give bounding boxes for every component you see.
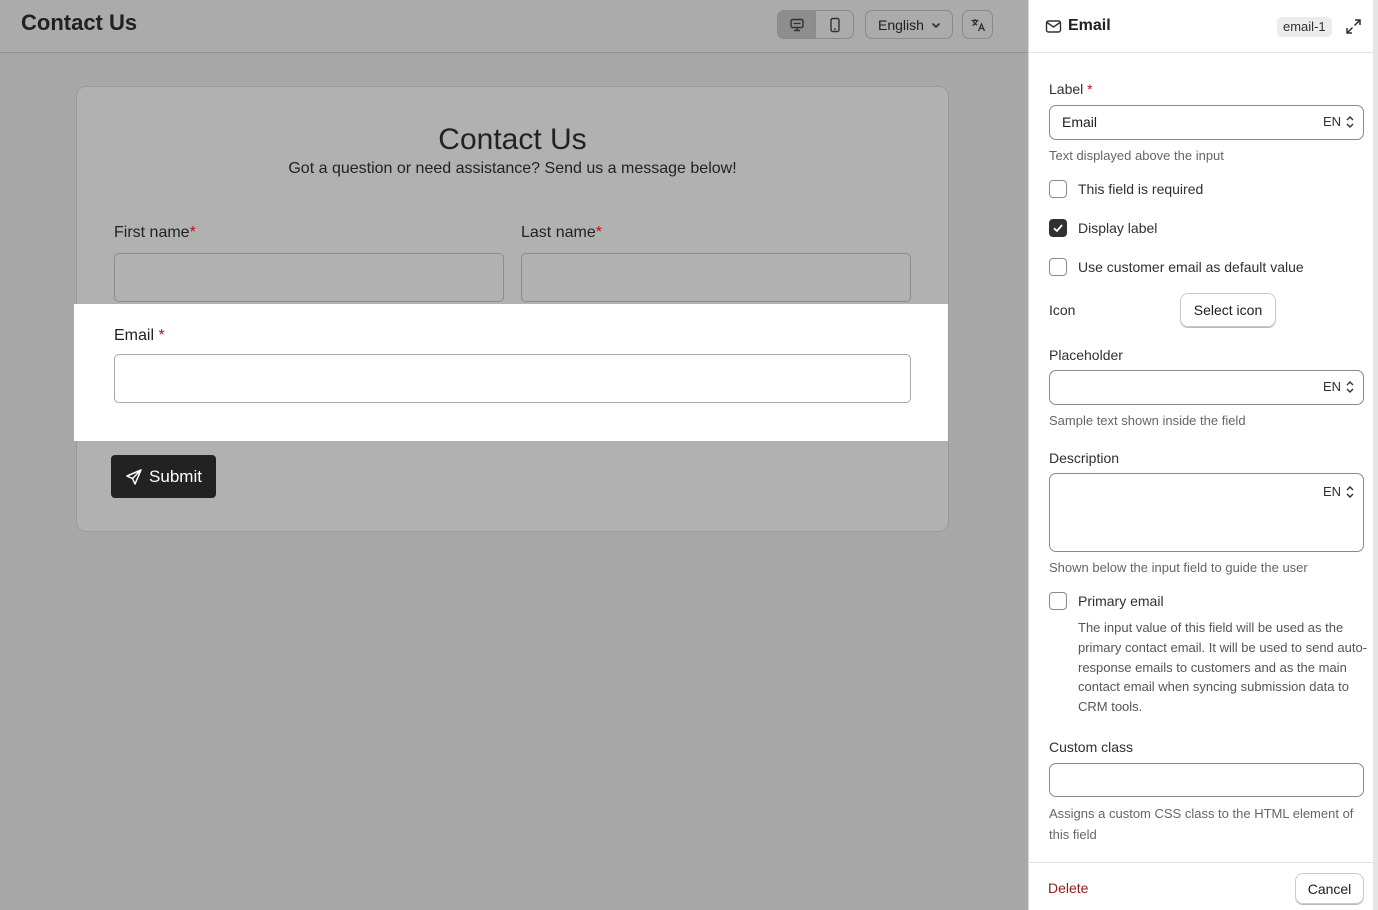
cancel-button[interactable]: Cancel [1295, 873, 1364, 904]
label-input[interactable]: Email EN [1049, 105, 1364, 140]
last-name-input[interactable] [521, 253, 911, 302]
language-code: EN [1322, 484, 1341, 499]
mobile-icon [829, 17, 840, 32]
first-name-input[interactable] [114, 253, 504, 302]
last-name-label-text: Last name [521, 224, 596, 241]
customer-email-checkbox-label: Use customer email as default value [1078, 259, 1304, 275]
required-mark: * [595, 224, 602, 241]
description-textarea[interactable]: EN [1049, 473, 1364, 552]
language-value: English [878, 16, 924, 33]
form-subtitle: Got a question or need assistance? Send … [288, 160, 737, 177]
last-name-label: Last name* [521, 224, 602, 242]
label-language-select[interactable]: EN [1323, 114, 1355, 129]
chevron-updown-icon [1346, 485, 1354, 498]
display-label-checkbox[interactable] [1049, 219, 1067, 237]
panel-scrollbar[interactable] [1373, 0, 1378, 910]
display-label-checkbox-label: Display label [1078, 220, 1158, 236]
email-label-text: Email [114, 327, 155, 344]
email-label: Email * [114, 327, 165, 345]
chevron-updown-icon [1346, 380, 1354, 393]
delete-button[interactable]: Delete [1048, 880, 1088, 896]
label-field-title: Label * [1049, 81, 1093, 97]
customer-email-checkbox-row[interactable]: Use customer email as default value [1049, 258, 1304, 276]
language-code: EN [1322, 379, 1341, 394]
required-mark: * [158, 327, 165, 344]
first-name-label-text: First name [114, 224, 190, 241]
required-checkbox[interactable] [1049, 180, 1067, 198]
description-language-select[interactable]: EN [1323, 484, 1355, 499]
required-mark: * [1087, 81, 1093, 97]
primary-email-checkbox-row[interactable]: Primary email [1049, 592, 1164, 610]
required-checkbox-label: This field is required [1078, 181, 1204, 197]
form-title: Contact Us [438, 123, 587, 156]
description-field-title: Description [1049, 450, 1120, 466]
device-toggle [777, 10, 854, 39]
description-help-text: Shown below the input field to guide the… [1049, 560, 1308, 575]
submit-button[interactable]: Submit [111, 455, 216, 498]
icon-field-title: Icon [1049, 302, 1076, 318]
submit-label: Submit [149, 466, 202, 486]
placeholder-language-select[interactable]: EN [1323, 379, 1355, 394]
desktop-icon [789, 18, 804, 31]
label-help-text: Text displayed above the input [1049, 148, 1224, 163]
primary-email-checkbox[interactable] [1049, 592, 1067, 610]
check-icon [1053, 224, 1063, 233]
field-id-badge: email-1 [1277, 17, 1332, 37]
custom-class-help-text: Assigns a custom CSS class to the HTML e… [1049, 806, 1354, 842]
selected-email-field[interactable]: Email * [74, 304, 948, 441]
expand-icon[interactable] [1345, 18, 1362, 35]
label-field-title-text: Label [1049, 81, 1084, 97]
label-input-value: Email [1062, 114, 1098, 130]
display-label-checkbox-row[interactable]: Display label [1049, 219, 1157, 237]
translate-button[interactable] [962, 10, 993, 39]
placeholder-field-title: Placeholder [1049, 347, 1123, 363]
send-icon [126, 468, 142, 485]
panel-title: Email [1068, 17, 1111, 34]
primary-email-checkbox-label: Primary email [1078, 593, 1164, 609]
required-mark: * [189, 224, 196, 241]
email-input[interactable] [114, 354, 911, 403]
panel-footer: Delete Cancel [1029, 862, 1378, 910]
language-select[interactable]: English [865, 10, 953, 39]
translate-icon [971, 18, 985, 31]
desktop-view-button[interactable] [778, 11, 815, 38]
page-title: Contact Us [21, 10, 138, 35]
customer-email-checkbox[interactable] [1049, 258, 1067, 276]
select-icon-button[interactable]: Select icon [1180, 293, 1276, 327]
top-bar: Contact Us English [0, 0, 1028, 53]
placeholder-input[interactable]: EN [1049, 370, 1364, 405]
first-name-label: First name* [114, 224, 196, 242]
language-code: EN [1322, 114, 1341, 129]
custom-class-input[interactable] [1049, 763, 1364, 797]
required-checkbox-row[interactable]: This field is required [1049, 180, 1203, 198]
primary-email-description: The input value of this field will be us… [1078, 620, 1368, 715]
mobile-view-button[interactable] [815, 11, 853, 38]
chevron-updown-icon [1346, 115, 1354, 128]
field-settings-panel: Email email-1 Label * Email EN Text disp… [1028, 0, 1378, 910]
custom-class-field-title: Custom class [1049, 739, 1134, 755]
panel-header: Email email-1 [1029, 0, 1378, 53]
placeholder-help-text: Sample text shown inside the field [1049, 413, 1246, 428]
envelope-icon [1045, 20, 1062, 33]
chevron-down-icon [931, 22, 940, 28]
